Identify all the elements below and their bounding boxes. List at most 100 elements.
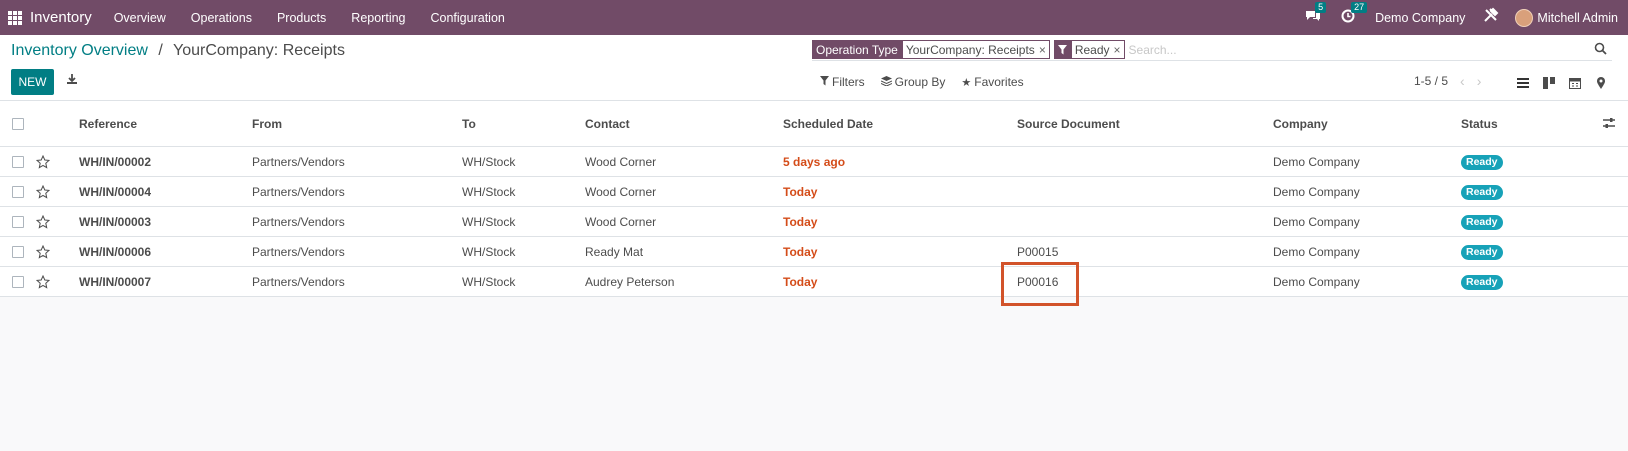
- pager: 1-5 / 5 ‹ ›: [1414, 73, 1481, 89]
- cell-reference: WH/IN/00004: [79, 184, 152, 199]
- priority-star-icon[interactable]: [35, 214, 51, 229]
- row-checkbox[interactable]: [12, 215, 24, 228]
- menu-reporting[interactable]: Reporting: [351, 11, 405, 25]
- filters-button[interactable]: Filters: [820, 75, 865, 89]
- layers-icon: [880, 75, 892, 89]
- user-menu[interactable]: Mitchell Admin: [1515, 8, 1618, 27]
- table-row[interactable]: WH/IN/00003 Partners/Vendors WH/Stock Wo…: [0, 207, 1628, 237]
- breadcrumb: Inventory Overview / YourCompany: Receip…: [11, 42, 345, 60]
- favorites-button[interactable]: ★ Favorites: [961, 75, 1023, 89]
- column-contact[interactable]: Contact: [585, 117, 630, 131]
- app-name[interactable]: Inventory: [30, 9, 92, 26]
- debug-tools-icon[interactable]: [1483, 7, 1499, 28]
- company-switcher[interactable]: Demo Company: [1375, 11, 1465, 25]
- search-bar: Operation Type YourCompany: Receipts × R…: [812, 39, 1612, 61]
- remove-facet-icon[interactable]: ×: [1039, 43, 1046, 57]
- column-source-document[interactable]: Source Document: [1017, 117, 1120, 131]
- cell-reference: WH/IN/00002: [79, 154, 152, 169]
- messages-icon[interactable]: 5: [1305, 2, 1327, 26]
- groupby-button[interactable]: Group By: [880, 75, 946, 89]
- calendar-view-icon[interactable]: [1562, 73, 1588, 93]
- cell-company: Demo Company: [1273, 274, 1360, 289]
- priority-star-icon[interactable]: [35, 184, 51, 199]
- menu-overview[interactable]: Overview: [114, 11, 166, 25]
- download-icon[interactable]: [66, 73, 82, 89]
- table-row[interactable]: WH/IN/00006 Partners/Vendors WH/Stock Re…: [0, 237, 1628, 267]
- facet-value-text: Ready: [1074, 42, 1110, 57]
- facet-operation-type: Operation Type YourCompany: Receipts ×: [812, 40, 1050, 59]
- facet-value: Ready ×: [1070, 40, 1125, 59]
- cell-from: Partners/Vendors: [252, 184, 345, 199]
- priority-star-icon[interactable]: [35, 154, 51, 169]
- row-checkbox[interactable]: [12, 155, 24, 168]
- menu-products[interactable]: Products: [277, 11, 326, 25]
- column-scheduled-date[interactable]: Scheduled Date: [783, 117, 873, 131]
- cell-scheduled-date: 5 days ago: [783, 154, 846, 169]
- priority-star-icon[interactable]: [35, 244, 51, 259]
- list-view-icon[interactable]: [1510, 73, 1536, 93]
- status-badge-text: Ready: [1461, 244, 1503, 260]
- new-button[interactable]: NEW: [11, 69, 54, 95]
- cell-contact: Wood Corner: [585, 214, 657, 229]
- status-badge: Ready: [1461, 214, 1503, 230]
- column-company[interactable]: Company: [1273, 117, 1328, 131]
- menu-operations[interactable]: Operations: [191, 11, 252, 25]
- cell-contact: Audrey Peterson: [585, 274, 675, 289]
- table-row[interactable]: WH/IN/00004 Partners/Vendors WH/Stock Wo…: [0, 177, 1628, 207]
- cell-contact: Ready Mat: [585, 244, 644, 259]
- search-input[interactable]: [1128, 42, 1549, 57]
- row-checkbox[interactable]: [12, 185, 24, 198]
- status-badge-text: Ready: [1461, 274, 1503, 290]
- column-from[interactable]: From: [252, 117, 282, 131]
- optional-columns-icon[interactable]: [1603, 117, 1617, 131]
- cell-company: Demo Company: [1273, 214, 1360, 229]
- cell-scheduled-date: Today: [783, 184, 818, 199]
- priority-star-icon[interactable]: [35, 274, 51, 289]
- kanban-view-icon[interactable]: [1536, 73, 1562, 93]
- cell-source-document: P00016: [1017, 274, 1059, 289]
- column-status[interactable]: Status: [1461, 117, 1498, 131]
- row-checkbox[interactable]: [12, 245, 24, 258]
- top-navbar: Inventory Overview Operations Products R…: [0, 0, 1628, 35]
- status-badge-text: Ready: [1461, 184, 1503, 200]
- breadcrumb-parent[interactable]: Inventory Overview: [11, 42, 148, 59]
- filter-icon: [1053, 40, 1071, 59]
- select-all-checkbox[interactable]: [12, 117, 24, 130]
- column-reference[interactable]: Reference: [79, 117, 137, 131]
- column-to[interactable]: To: [462, 117, 476, 131]
- pager-previous-icon[interactable]: ‹: [1460, 73, 1465, 89]
- activities-badge: 27: [1351, 2, 1368, 13]
- cell-to: WH/Stock: [462, 214, 516, 229]
- star-icon: ★: [961, 76, 972, 89]
- menu-configuration[interactable]: Configuration: [431, 11, 505, 25]
- table-row[interactable]: WH/IN/00002 Partners/Vendors WH/Stock Wo…: [0, 147, 1628, 177]
- cell-reference: WH/IN/00003: [79, 214, 152, 229]
- status-badge-text: Ready: [1461, 154, 1503, 170]
- apps-menu-icon[interactable]: [8, 10, 22, 25]
- cell-scheduled-date: Today: [783, 244, 818, 259]
- cell-reference: WH/IN/00007: [79, 274, 152, 289]
- cell-company: Demo Company: [1273, 184, 1360, 199]
- row-checkbox[interactable]: [12, 275, 24, 288]
- breadcrumb-separator: /: [158, 42, 163, 59]
- cell-company: Demo Company: [1273, 154, 1360, 169]
- pager-next-icon[interactable]: ›: [1477, 73, 1482, 89]
- cell-to: WH/Stock: [462, 184, 516, 199]
- status-badge: Ready: [1461, 244, 1503, 260]
- cell-scheduled-date: Today: [783, 274, 818, 289]
- cell-from: Partners/Vendors: [252, 274, 345, 289]
- table-row[interactable]: WH/IN/00007 Partners/Vendors WH/Stock Au…: [0, 267, 1628, 297]
- status-badge: Ready: [1461, 274, 1503, 290]
- cell-scheduled-date: Today: [783, 214, 818, 229]
- status-badge-text: Ready: [1461, 214, 1503, 230]
- map-view-icon[interactable]: [1588, 73, 1614, 93]
- search-icon[interactable]: [1594, 42, 1608, 56]
- table-header: Reference From To Contact Scheduled Date…: [0, 101, 1628, 147]
- remove-facet-icon[interactable]: ×: [1114, 43, 1121, 57]
- pager-value[interactable]: 1-5 / 5: [1414, 74, 1448, 88]
- cell-to: WH/Stock: [462, 274, 516, 289]
- filter-icon: [820, 75, 829, 89]
- status-badge: Ready: [1461, 154, 1503, 170]
- groupby-label: Group By: [894, 75, 946, 89]
- activities-icon[interactable]: 27: [1341, 2, 1368, 26]
